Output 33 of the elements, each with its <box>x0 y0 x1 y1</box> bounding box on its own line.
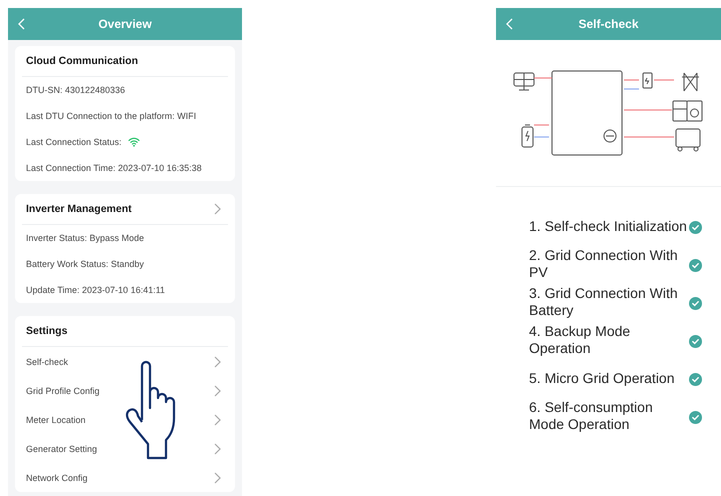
settings-item[interactable]: Self-check <box>26 356 68 366</box>
step-label: 3. Grid Connection With Battery <box>529 285 679 319</box>
info-text: DTU-SN: 430122480336 <box>26 85 126 95</box>
card-title: Settings <box>26 325 68 337</box>
settings-item[interactable]: Network Config <box>26 472 88 482</box>
card-title: Cloud Communication <box>26 55 138 67</box>
wifi-icon <box>128 137 140 147</box>
chevron-right-icon <box>214 203 221 215</box>
chevron-right-icon <box>214 384 221 396</box>
inverter-card[interactable]: Inverter Management Inverter Status: Bypass Mode Battery Work Status: Standby Update Time: 2023-07-10 16:41:11 <box>15 194 235 303</box>
settings-item[interactable]: Generator Setting <box>26 444 98 454</box>
chevron-right-icon <box>214 414 221 426</box>
info-text: Update Time: 2023-07-10 16:41:11 <box>26 285 165 295</box>
info-text: Inverter Status: Bypass Mode <box>26 233 144 243</box>
settings-item[interactable]: Grid Profile Config <box>26 386 100 396</box>
info-text: Last Connection Time: 2023-07-10 16:35:38 <box>26 163 202 173</box>
screen-title: Overview <box>98 17 152 31</box>
screen-title: Self-check <box>578 17 639 31</box>
step-label: 4. Backup Mode Operation <box>529 323 632 357</box>
chevron-right-icon <box>214 442 221 454</box>
back-icon <box>506 18 512 30</box>
back-icon <box>18 18 24 30</box>
info-text: Battery Work Status: Standby <box>26 259 144 269</box>
chevron-right-icon <box>214 356 221 368</box>
settings-item[interactable]: Meter Location <box>26 414 86 424</box>
chevron-right-icon <box>214 472 221 484</box>
card-title: Inverter Management <box>26 203 132 215</box>
step-label: 2. Grid Connection With PV <box>529 247 679 281</box>
step-label: 1. Self-check Initialization <box>529 218 688 234</box>
step-label: 5. Micro Grid Operation <box>529 370 676 386</box>
info-text: Last Connection Status: <box>26 137 122 147</box>
info-text: Last DTU Connection to the platform: WIFI <box>26 111 196 121</box>
step-label: 6. Self-consumption Mode Operation <box>529 399 654 433</box>
